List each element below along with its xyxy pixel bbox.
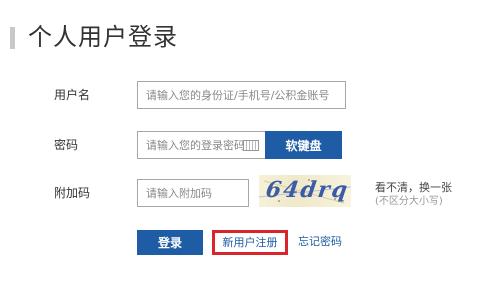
password-label: 密码 [54,138,79,152]
captcha-code: 64drq [264,177,351,203]
keyboard-icon [243,140,259,151]
forgot-password-link[interactable]: 忘记密码 [298,235,342,249]
soft-keyboard-button[interactable]: 软键盘 [265,131,342,159]
captcha-image[interactable]: 64drq [259,175,351,207]
page-title: 个人用户登录 [28,23,178,51]
captcha-label: 附加码 [54,186,91,200]
register-link[interactable]: 新用户注册 [212,230,288,255]
refresh-captcha-link[interactable]: 看不清，换一张 [375,181,452,195]
username-label: 用户名 [54,88,91,102]
title-accent-bar [10,27,15,49]
login-button[interactable]: 登录 [137,230,203,255]
username-input[interactable] [137,81,346,109]
captcha-input[interactable] [137,179,249,207]
case-insensitive-hint: (不区分大小写) [375,196,443,207]
